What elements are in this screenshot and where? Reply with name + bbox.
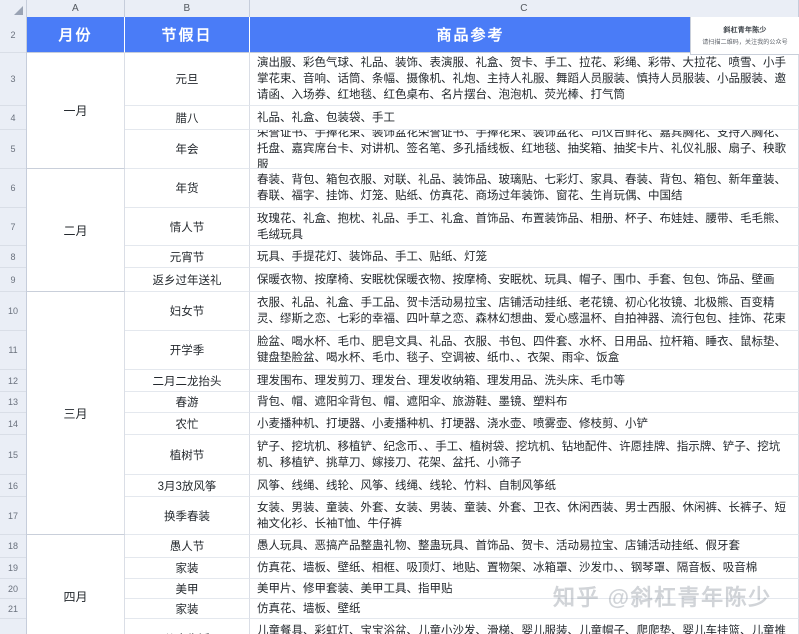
header-cell-month: 月份 (27, 17, 125, 53)
holiday-cell[interactable]: 情人节 (125, 208, 250, 246)
product-cell[interactable]: 演出服、彩色气球、礼品、装饰、表演服、礼盒、贺卡、手工、拉花、彩绳、彩带、大拉花… (250, 53, 799, 106)
note-subtitle: 请扫描二维码，关注我的公众号 (702, 40, 788, 46)
row-number[interactable]: 8 (0, 246, 26, 268)
holiday-cell[interactable]: 妇女节 (125, 292, 250, 331)
product-cell[interactable]: 背包、帽、遮阳伞背包、帽、遮阳伞、旅游鞋、墨镜、塑料布 (250, 392, 799, 413)
column-header-c[interactable]: C (250, 0, 799, 17)
product-cell[interactable]: 保暖衣物、按摩椅、安眠枕保暖衣物、按摩椅、安眠枕、玩具、帽子、围巾、手套、包包、… (250, 268, 799, 292)
public-account-note-box: 斜杠青年陈少 请扫描二维码，关注我的公众号 (690, 17, 799, 55)
row-number[interactable]: 12 (0, 370, 26, 392)
holiday-cell[interactable]: 二月二龙抬头 (125, 370, 250, 392)
holiday-cell[interactable]: 美甲 (125, 579, 250, 599)
product-cell[interactable]: 美甲片、修甲套装、美甲工具、指甲贴 (250, 579, 799, 599)
holiday-cell[interactable]: 家装 (125, 558, 250, 579)
column-header-b[interactable]: B (125, 0, 250, 17)
row-number[interactable]: 6 (0, 169, 26, 208)
holiday-cell[interactable]: 愚人节 (125, 535, 250, 558)
holiday-cell[interactable]: 开学季 (125, 331, 250, 370)
month-cell[interactable]: 二月 (27, 169, 125, 292)
product-cell[interactable]: 愚人玩具、恶搞产品整蛊礼物、整蛊玩具、首饰品、贺卡、活动易拉宝、店铺活动挂纸、假… (250, 535, 799, 558)
row-number[interactable]: 21 (0, 599, 26, 619)
holiday-cell[interactable]: 换季春装 (125, 497, 250, 535)
column-header-a[interactable]: A (27, 0, 125, 17)
row-number[interactable]: 13 (0, 392, 26, 413)
holiday-cell[interactable]: 3月3放风筝 (125, 475, 250, 497)
row-number[interactable]: 17 (0, 497, 26, 535)
row-number[interactable]: 3 (0, 53, 26, 106)
product-cell[interactable]: 小麦播种机、打埂器、小麦播种机、打埂器、浇水壶、喷雾壶、修枝剪、小铲 (250, 413, 799, 435)
row-number[interactable]: 19 (0, 558, 26, 579)
product-cell[interactable]: 仿真花、墙板、壁纸、相框、吸顶灯、地贴、置物架、冰箱罩、沙发巾、、钢琴罩、隔音板… (250, 558, 799, 579)
holiday-cell[interactable]: 腊八 (125, 106, 250, 130)
product-cell[interactable]: 女装、男装、童装、外套、女装、男装、童装、外套、卫衣、休闲西装、男士西服、休闲裤… (250, 497, 799, 535)
month-cell[interactable]: 一月 (27, 53, 125, 169)
row-number-gutter: 2345678910111213141516171819202122 (0, 17, 27, 634)
row-number[interactable]: 15 (0, 435, 26, 475)
column-header-row: A B C (0, 0, 799, 17)
holiday-cell[interactable]: 农忙 (125, 413, 250, 435)
data-columns: 月份 一月 二月 三月 四月 节假日 元旦 腊八 年会 年货 情人节 元宵节 返乡过年送礼 妇女节开… (27, 17, 799, 634)
holiday-cell[interactable]: 返乡过年送礼 (125, 268, 250, 292)
product-cell[interactable]: 脸盆、喝水杯、毛巾、肥皂文具、礼品、衣服、书包、四件套、水杯、日用品、拉杆箱、睡… (250, 331, 799, 370)
product-cell[interactable]: 衣服、礼品、礼盒、手工品、贺卡活动易拉宝、店铺活动挂纸、老花镜、初心化妆镜、北极… (250, 292, 799, 331)
product-cell[interactable]: 春装、背包、箱包衣服、对联、礼品、装饰品、玻璃贴、七彩灯、家具、春装、背包、箱包… (250, 169, 799, 208)
row-number[interactable]: 9 (0, 268, 26, 292)
column-a-months: 月份 一月 二月 三月 四月 (27, 17, 125, 634)
note-title: 斜杠青年陈少 (723, 27, 767, 34)
product-cell[interactable]: 儿童餐具、彩虹灯、宝宝浴盆、儿童小沙发、滑梯、婴儿服装、儿童帽子、爬爬垫、婴儿车… (250, 619, 799, 634)
row-number[interactable]: 20 (0, 579, 26, 599)
holiday-cell[interactable]: 元宵节 (125, 246, 250, 268)
month-cell[interactable]: 四月 (27, 535, 125, 634)
header-cell-holiday: 节假日 (125, 17, 250, 53)
product-cell[interactable]: 玩具、手提花灯、装饰品、手工、贴纸、灯笼 (250, 246, 799, 268)
product-cell[interactable]: 风筝、线绳、线轮、风筝、线绳、线轮、竹料、自制风筝纸 (250, 475, 799, 497)
holiday-cell[interactable]: 家装 (125, 599, 250, 619)
row-number[interactable]: 11 (0, 331, 26, 370)
product-cell[interactable]: 玫瑰花、礼盒、抱枕、礼品、手工、礼盒、首饰品、布置装饰品、相册、杯子、布娃娃、腰… (250, 208, 799, 246)
month-cell[interactable]: 三月 (27, 292, 125, 535)
product-cell[interactable]: 荣誉证书、手捧花束、装饰盆花荣誉证书、手捧花束、装饰盆花、司仪台鲜花、嘉宾胸花、… (250, 130, 799, 169)
row-number[interactable]: 4 (0, 106, 26, 130)
row-number[interactable]: 10 (0, 292, 26, 331)
select-all-corner[interactable] (0, 0, 27, 17)
row-number[interactable]: 2 (0, 17, 26, 53)
row-number[interactable]: 14 (0, 413, 26, 435)
holiday-cell[interactable]: 年货 (125, 169, 250, 208)
row-number[interactable]: 22 (0, 619, 26, 634)
product-cell[interactable]: 仿真花、墙板、壁纸 (250, 599, 799, 619)
holiday-cell[interactable]: 年会 (125, 130, 250, 169)
holiday-cell[interactable]: 元旦 (125, 53, 250, 106)
row-number[interactable]: 7 (0, 208, 26, 246)
spreadsheet-root: A B C 2345678910111213141516171819202122… (0, 0, 799, 634)
grid-body: 2345678910111213141516171819202122 月份 一月… (0, 17, 799, 634)
product-cell[interactable]: 礼品、礼盒、包装袋、手工 (250, 106, 799, 130)
row-number[interactable]: 16 (0, 475, 26, 497)
column-c-products: 商品参考 演出服、彩色气球、礼品、装饰、表演服、礼盒、贺卡、手工、拉花、彩绳、彩… (250, 17, 799, 634)
holiday-cell[interactable]: 春游 (125, 392, 250, 413)
row-number[interactable]: 5 (0, 130, 26, 169)
product-cell[interactable]: 理发围布、理发剪刀、理发台、理发收纳箱、理发用品、洗头床、毛巾等 (250, 370, 799, 392)
row-number[interactable]: 18 (0, 535, 26, 558)
column-b-holidays: 节假日 元旦 腊八 年会 年货 情人节 元宵节 返乡过年送礼 妇女节 开学季 二月二龙抬头 春游 农忙… (125, 17, 250, 634)
holiday-cell[interactable]: 植树节 (125, 435, 250, 475)
product-cell[interactable]: 铲子、挖坑机、移植铲、纪念币、、手工、植树袋、挖坑机、钻地配件、许愿挂牌、指示牌… (250, 435, 799, 475)
holiday-cell[interactable]: 儿童生活 (125, 619, 250, 634)
